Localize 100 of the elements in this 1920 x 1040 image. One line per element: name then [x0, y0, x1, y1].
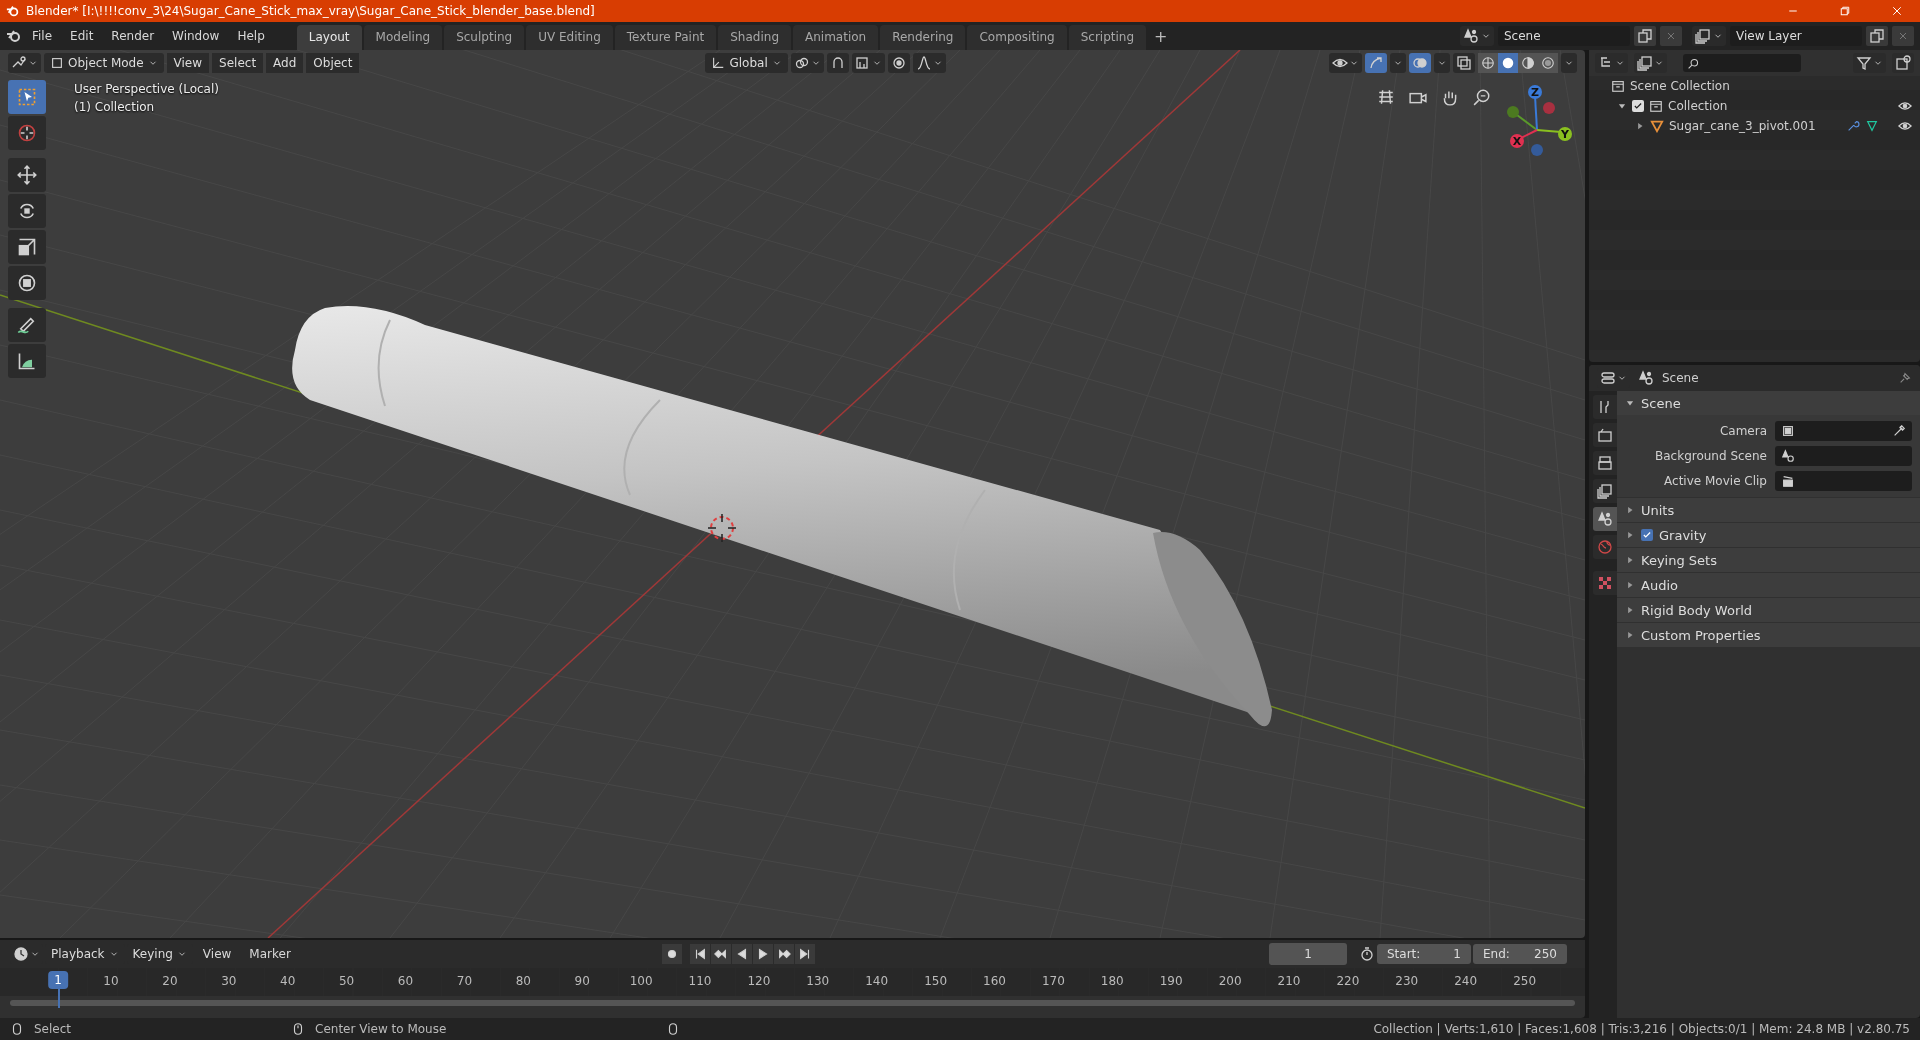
- workspace-tab[interactable]: Rendering: [880, 25, 966, 50]
- visibility-button[interactable]: [1329, 53, 1362, 73]
- jump-end-button[interactable]: [795, 944, 815, 964]
- search-field[interactable]: [1683, 54, 1801, 72]
- end-frame-field[interactable]: End: 250: [1473, 944, 1567, 964]
- eye-icon[interactable]: [1898, 99, 1912, 113]
- timeline-menu[interactable]: Marker: [241, 944, 299, 964]
- z-axis-handle[interactable]: Z: [1528, 85, 1542, 131]
- negative-z-axis-handle[interactable]: [1531, 144, 1543, 156]
- properties-tab[interactable]: [1593, 479, 1617, 503]
- properties-tab[interactable]: [1593, 507, 1617, 531]
- view-layer-selector[interactable]: [1692, 26, 1726, 46]
- properties-tab[interactable]: [1593, 535, 1617, 559]
- scene-selector[interactable]: [1460, 26, 1494, 46]
- new-collection-button[interactable]: [1892, 53, 1914, 73]
- workspace-tab[interactable]: Sculpting: [444, 25, 525, 50]
- current-frame-field[interactable]: 1: [1269, 943, 1347, 965]
- outliner-item[interactable]: Scene Collection: [1630, 79, 1730, 93]
- workspace-tab[interactable]: UV Editing: [526, 25, 613, 50]
- eye-icon[interactable]: [1898, 119, 1912, 133]
- panel-header[interactable]: Audio: [1641, 577, 1678, 593]
- workspace-tab[interactable]: Compositing: [967, 25, 1067, 50]
- pivot-button[interactable]: [790, 53, 824, 73]
- viewport-menu[interactable]: Object: [306, 53, 360, 73]
- panel-header[interactable]: Gravity: [1659, 527, 1707, 543]
- shading-mode-button[interactable]: [1498, 53, 1518, 73]
- workspace-tab[interactable]: Shading: [718, 25, 791, 50]
- mode-dropdown[interactable]: Object Mode: [44, 53, 164, 73]
- play-reverse-button[interactable]: [732, 944, 752, 964]
- collapsed-arrow-icon[interactable]: [1625, 605, 1635, 615]
- panel-header[interactable]: Units: [1641, 502, 1675, 518]
- remove-button[interactable]: [1892, 26, 1914, 46]
- outliner-item[interactable]: Sugar_cane_3_pivot.001: [1669, 119, 1816, 133]
- tool-button[interactable]: [8, 266, 46, 300]
- x-axis-handle[interactable]: X: [1510, 129, 1538, 148]
- mesh-data-icon[interactable]: [1864, 119, 1879, 133]
- shading-mode-button[interactable]: [1478, 53, 1498, 73]
- pin-icon[interactable]: [1898, 371, 1912, 385]
- properties-tab[interactable]: [1593, 423, 1617, 447]
- collapsed-arrow-icon[interactable]: [1635, 121, 1645, 131]
- start-frame-field[interactable]: Start: 1: [1377, 944, 1471, 964]
- xray-button[interactable]: [1453, 53, 1475, 73]
- scene-field[interactable]: Scene: [1498, 26, 1630, 46]
- tool-button[interactable]: [8, 158, 46, 192]
- tool-button[interactable]: [8, 308, 46, 342]
- tool-button[interactable]: [8, 344, 46, 378]
- clip-field[interactable]: [1775, 471, 1912, 491]
- falloff-button[interactable]: [912, 53, 946, 73]
- orientation-dropdown[interactable]: Global: [705, 53, 788, 73]
- collapsed-arrow-icon[interactable]: [1625, 580, 1635, 590]
- properties-tab[interactable]: [1593, 571, 1617, 595]
- expanded-arrow-icon[interactable]: [1617, 101, 1627, 111]
- shading-mode-button[interactable]: [1538, 53, 1558, 73]
- copy-button[interactable]: [1634, 26, 1656, 46]
- editor-type-button[interactable]: [8, 53, 41, 73]
- workspace-tab[interactable]: Animation: [793, 25, 879, 50]
- outliner-item[interactable]: Collection: [1668, 99, 1728, 113]
- gizmo-toggle-button[interactable]: [1365, 53, 1387, 73]
- negative-y-axis-handle[interactable]: [1507, 106, 1538, 131]
- collapsed-arrow-icon[interactable]: [1625, 530, 1635, 540]
- proportional-edit-button[interactable]: [887, 53, 910, 73]
- viewport-menu[interactable]: Select: [212, 53, 264, 73]
- prev-keyframe-button[interactable]: [711, 944, 731, 964]
- copy-button[interactable]: [1866, 26, 1888, 46]
- record-button[interactable]: [662, 944, 682, 964]
- section-checkbox[interactable]: [1641, 529, 1653, 541]
- y-axis-handle[interactable]: Y: [1536, 127, 1572, 141]
- tool-button[interactable]: [8, 230, 46, 264]
- menu-item[interactable]: Render: [103, 26, 163, 46]
- jump-start-button[interactable]: [690, 944, 710, 964]
- current-frame-marker[interactable]: 1: [48, 971, 68, 989]
- collection-checkbox[interactable]: [1632, 100, 1644, 112]
- workspace-tab[interactable]: Layout: [296, 25, 362, 50]
- camera-field[interactable]: [1775, 421, 1912, 441]
- blender-logo-icon[interactable]: [6, 28, 22, 44]
- tool-button[interactable]: [8, 194, 46, 228]
- negative-x-axis-handle[interactable]: [1543, 102, 1555, 114]
- panel-header[interactable]: Keying Sets: [1641, 552, 1717, 568]
- workspace-tab[interactable]: Modeling: [363, 25, 443, 50]
- collapsed-arrow-icon[interactable]: [1625, 555, 1635, 565]
- view-layer-field[interactable]: View Layer: [1730, 26, 1862, 46]
- snap-button[interactable]: [826, 53, 849, 73]
- shading-mode-button[interactable]: [1518, 53, 1538, 73]
- display-mode-button[interactable]: [1595, 53, 1628, 73]
- view-layer-button[interactable]: [1634, 53, 1667, 73]
- filter-button[interactable]: [1853, 53, 1886, 73]
- menu-item[interactable]: Help: [229, 26, 273, 46]
- collapsed-arrow-icon[interactable]: [1625, 630, 1635, 640]
- properties-tab[interactable]: [1593, 451, 1617, 475]
- workspace-tab[interactable]: Texture Paint: [614, 25, 717, 50]
- viewport-menu[interactable]: View: [166, 53, 210, 73]
- menu-item[interactable]: File: [24, 26, 61, 46]
- remove-button[interactable]: [1660, 26, 1682, 46]
- overlay-toggle-button[interactable]: [1409, 53, 1431, 73]
- workspace-tab[interactable]: Scripting: [1068, 25, 1147, 50]
- collapsed-arrow-icon[interactable]: [1625, 505, 1635, 515]
- scene-field[interactable]: [1775, 446, 1912, 466]
- next-keyframe-button[interactable]: [774, 944, 794, 964]
- timeline-scrollbar[interactable]: [10, 1000, 1575, 1006]
- add-workspace-button[interactable]: +: [1148, 26, 1174, 46]
